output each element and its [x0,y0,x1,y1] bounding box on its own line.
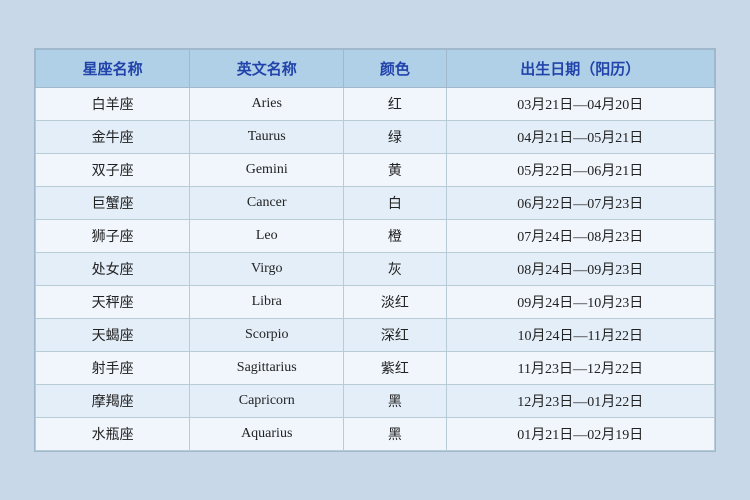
table-row: 摩羯座Capricorn黑12月23日—01月22日 [36,385,715,418]
cell-color: 黑 [344,418,446,451]
cell-color: 灰 [344,253,446,286]
cell-zh: 摩羯座 [36,385,190,418]
cell-zh: 金牛座 [36,121,190,154]
cell-date: 06月22日—07月23日 [446,187,714,220]
cell-zh: 狮子座 [36,220,190,253]
cell-date: 09月24日—10月23日 [446,286,714,319]
table-row: 双子座Gemini黄05月22日—06月21日 [36,154,715,187]
table-body: 白羊座Aries红03月21日—04月20日金牛座Taurus绿04月21日—0… [36,88,715,451]
table-row: 巨蟹座Cancer白06月22日—07月23日 [36,187,715,220]
cell-en: Aries [190,88,344,121]
cell-en: Libra [190,286,344,319]
table-header-row: 星座名称 英文名称 颜色 出生日期（阳历） [36,50,715,88]
cell-date: 01月21日—02月19日 [446,418,714,451]
cell-color: 白 [344,187,446,220]
cell-en: Cancer [190,187,344,220]
cell-zh: 水瓶座 [36,418,190,451]
zodiac-table-container: 星座名称 英文名称 颜色 出生日期（阳历） 白羊座Aries红03月21日—04… [34,48,716,452]
cell-en: Taurus [190,121,344,154]
cell-zh: 处女座 [36,253,190,286]
table-row: 水瓶座Aquarius黑01月21日—02月19日 [36,418,715,451]
col-header-zh: 星座名称 [36,50,190,88]
cell-en: Gemini [190,154,344,187]
cell-en: Sagittarius [190,352,344,385]
col-header-date: 出生日期（阳历） [446,50,714,88]
cell-date: 05月22日—06月21日 [446,154,714,187]
cell-date: 10月24日—11月22日 [446,319,714,352]
cell-color: 橙 [344,220,446,253]
cell-date: 12月23日—01月22日 [446,385,714,418]
cell-color: 深红 [344,319,446,352]
cell-en: Virgo [190,253,344,286]
cell-color: 黄 [344,154,446,187]
cell-date: 07月24日—08月23日 [446,220,714,253]
cell-zh: 天秤座 [36,286,190,319]
table-row: 狮子座Leo橙07月24日—08月23日 [36,220,715,253]
col-header-color: 颜色 [344,50,446,88]
table-row: 处女座Virgo灰08月24日—09月23日 [36,253,715,286]
cell-color: 绿 [344,121,446,154]
zodiac-table: 星座名称 英文名称 颜色 出生日期（阳历） 白羊座Aries红03月21日—04… [35,49,715,451]
cell-color: 紫红 [344,352,446,385]
table-row: 白羊座Aries红03月21日—04月20日 [36,88,715,121]
table-row: 天蝎座Scorpio深红10月24日—11月22日 [36,319,715,352]
cell-date: 11月23日—12月22日 [446,352,714,385]
cell-color: 黑 [344,385,446,418]
cell-en: Aquarius [190,418,344,451]
cell-en: Capricorn [190,385,344,418]
table-row: 天秤座Libra淡红09月24日—10月23日 [36,286,715,319]
cell-en: Scorpio [190,319,344,352]
cell-en: Leo [190,220,344,253]
cell-color: 淡红 [344,286,446,319]
col-header-en: 英文名称 [190,50,344,88]
cell-date: 08月24日—09月23日 [446,253,714,286]
cell-date: 03月21日—04月20日 [446,88,714,121]
cell-zh: 双子座 [36,154,190,187]
cell-zh: 射手座 [36,352,190,385]
table-row: 金牛座Taurus绿04月21日—05月21日 [36,121,715,154]
table-row: 射手座Sagittarius紫红11月23日—12月22日 [36,352,715,385]
cell-color: 红 [344,88,446,121]
cell-zh: 白羊座 [36,88,190,121]
cell-date: 04月21日—05月21日 [446,121,714,154]
cell-zh: 天蝎座 [36,319,190,352]
cell-zh: 巨蟹座 [36,187,190,220]
